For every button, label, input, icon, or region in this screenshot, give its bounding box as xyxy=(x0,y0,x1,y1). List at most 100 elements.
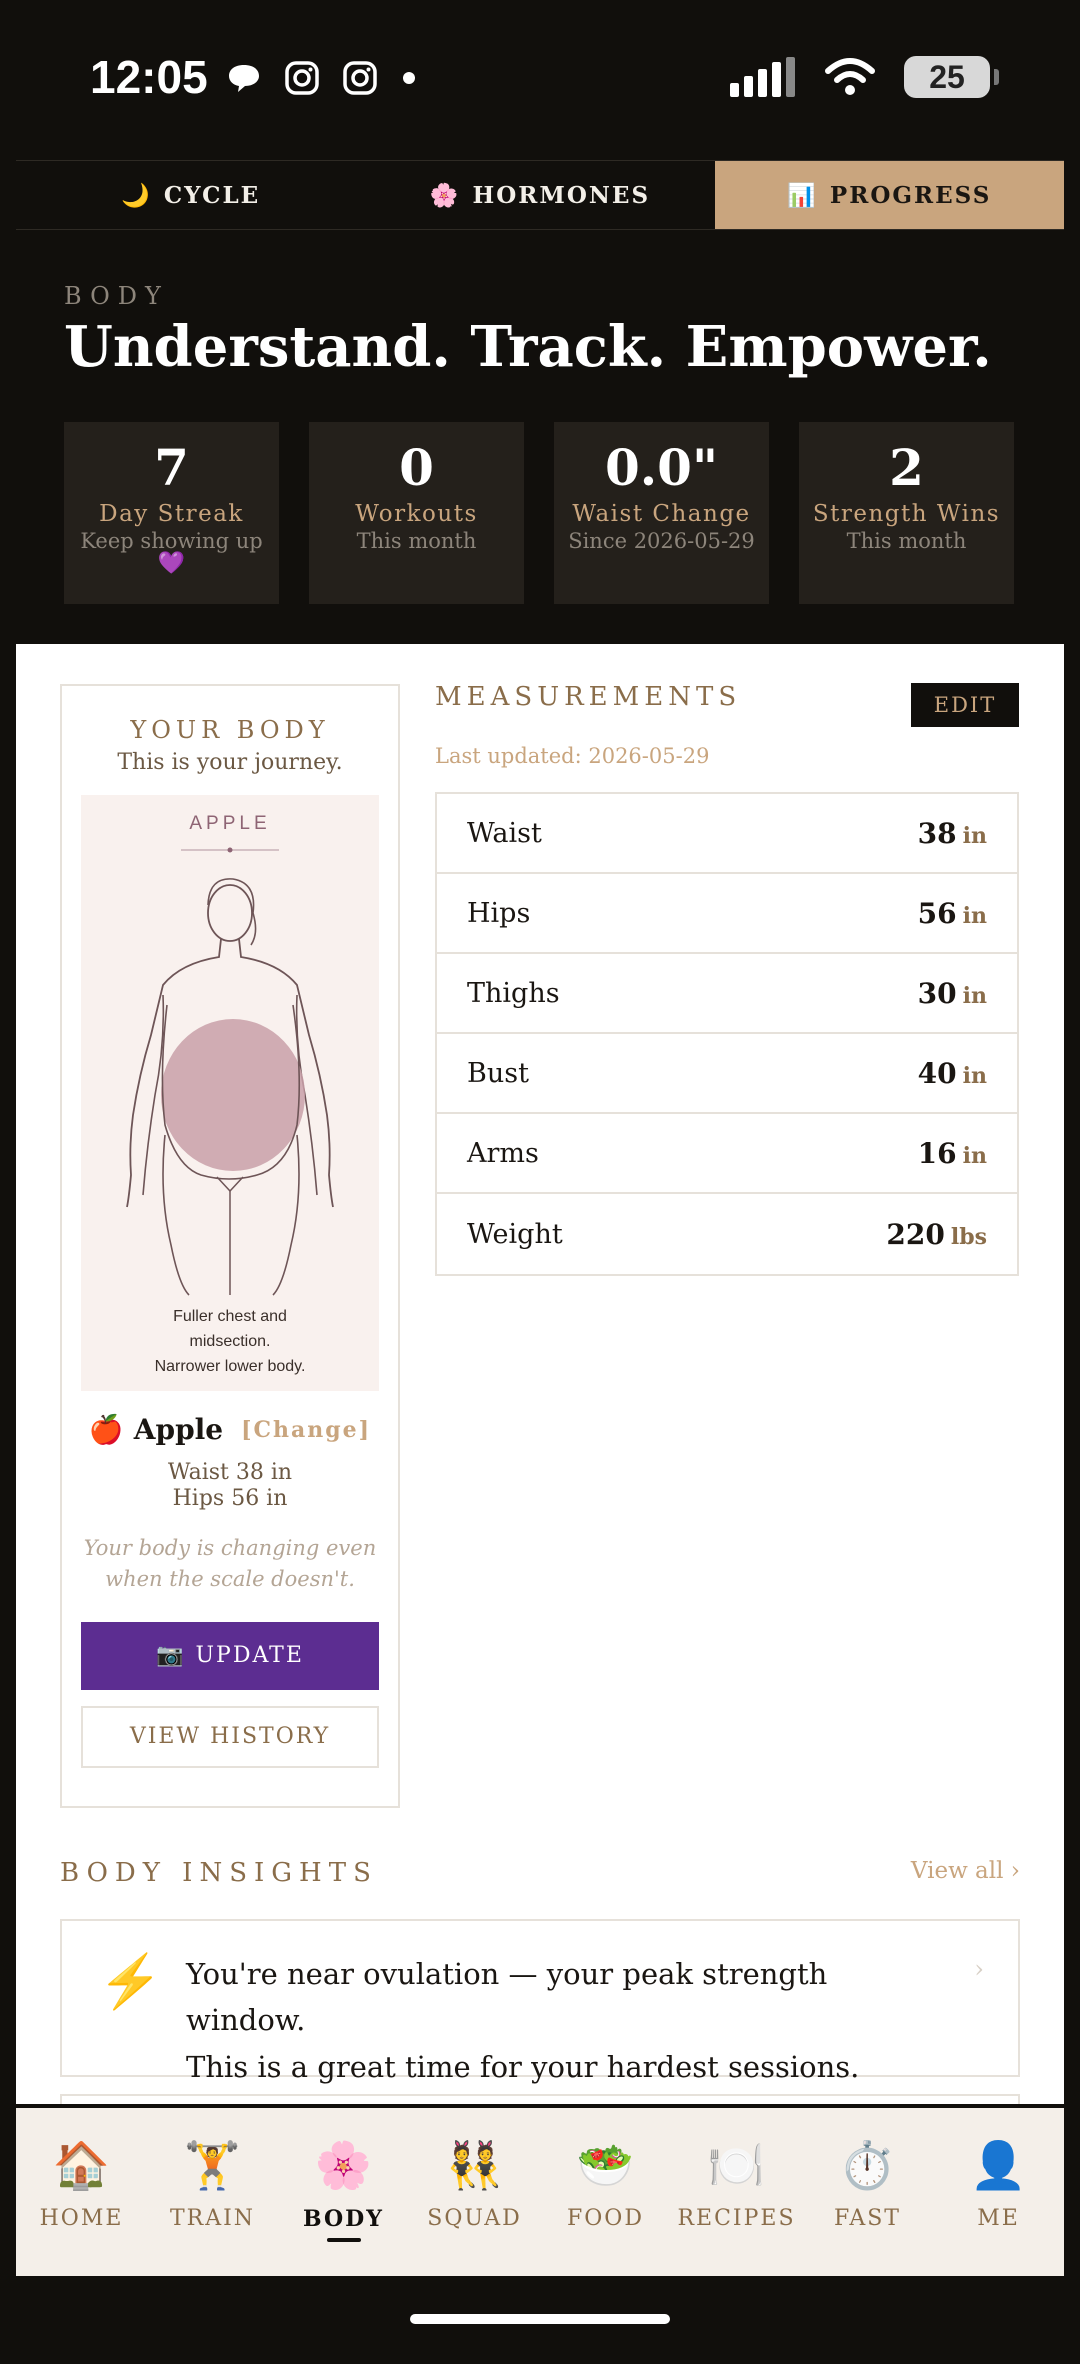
page-title: Understand. Track. Empower. xyxy=(64,314,992,380)
salad-icon: 🥗 xyxy=(576,2138,635,2192)
status-notifications xyxy=(226,60,418,96)
view-all-insights-link[interactable]: View all › xyxy=(911,1858,1020,1884)
nav-squad[interactable]: 👯 SQUAD xyxy=(409,2108,540,2276)
nav-label: TRAIN xyxy=(169,2206,256,2231)
wifi-icon xyxy=(825,58,875,95)
waist-summary: Waist 38 in xyxy=(167,1460,293,1485)
chevron-right-icon: › xyxy=(974,1955,984,1983)
measurement-unit: in xyxy=(962,902,987,929)
body-silhouette-icon xyxy=(126,847,334,1296)
home-indicator[interactable] xyxy=(410,2314,670,2324)
measurement-value: 56 xyxy=(917,896,957,930)
insight-line: This is a great time for your hardest se… xyxy=(186,2049,860,2084)
status-bar: 12:05 25 xyxy=(0,0,1080,160)
update-button[interactable]: 📷 UPDATE xyxy=(81,1621,379,1690)
stat-subtext: Since 2026-05-29 xyxy=(568,529,755,553)
dancers-icon: 👯 xyxy=(445,2138,504,2192)
insight-card-next[interactable] xyxy=(60,2094,1020,2104)
tab-label: CYCLE xyxy=(163,181,261,209)
tab-progress[interactable]: 📊 PROGRESS xyxy=(714,161,1064,229)
nav-body[interactable]: 🌸 BODY xyxy=(278,2108,409,2276)
last-updated-text: Last updated: 2026-05-29 xyxy=(435,744,710,768)
signal-icon xyxy=(730,57,795,97)
caption-line: Fuller chest and xyxy=(173,1308,287,1325)
caption-line: Narrower lower body. xyxy=(154,1357,306,1375)
main-content[interactable]: YOUR BODY This is your journey. APPLE Fu… xyxy=(16,644,1064,2104)
nav-label: SQUAD xyxy=(427,2206,522,2231)
dot-icon xyxy=(403,72,415,84)
body-shape-row: 🍎 Apple [Change] xyxy=(62,1413,398,1446)
measurement-row-arms[interactable]: Arms 16 in xyxy=(437,1114,1017,1194)
measurement-value: 16 xyxy=(917,1136,957,1170)
stat-label: Workouts xyxy=(355,501,478,527)
top-tab-bar: 🌙 CYCLE 🌸 HORMONES 📊 PROGRESS xyxy=(16,160,1064,230)
insight-card[interactable]: ⚡ You're near ovulation — your peak stre… xyxy=(60,1919,1020,2084)
change-shape-link[interactable]: [Change] xyxy=(241,1417,371,1443)
nav-train[interactable]: 🏋️ TRAIN xyxy=(147,2108,278,2276)
your-body-card: YOUR BODY This is your journey. APPLE Fu… xyxy=(60,684,400,1808)
message-bubble-icon xyxy=(229,65,259,92)
measurement-name: Waist xyxy=(467,817,542,849)
battery-icon: 25 xyxy=(904,56,999,98)
nav-label: HOME xyxy=(39,2206,124,2231)
measurement-value: 220 xyxy=(886,1217,945,1251)
view-history-button[interactable]: VIEW HISTORY xyxy=(81,1705,379,1768)
stat-label: Waist Change xyxy=(572,501,751,527)
weightlifter-icon: 🏋️ xyxy=(183,2138,242,2192)
nav-label: FOOD xyxy=(567,2206,644,2231)
measurement-row-weight[interactable]: Weight 220 lbs xyxy=(437,1194,1017,1274)
measurement-name: Arms xyxy=(467,1137,539,1169)
encouragement-quote: Your body is changing even when the scal… xyxy=(62,1533,398,1596)
measurement-row-hips[interactable]: Hips 56 in xyxy=(437,874,1017,954)
nav-fast[interactable]: ⏱️ FAST xyxy=(802,2108,933,2276)
measurement-unit: in xyxy=(962,1142,987,1169)
measurement-unit: in xyxy=(962,1062,987,1089)
nav-food[interactable]: 🥗 FOOD xyxy=(540,2108,671,2276)
stat-value: 7 xyxy=(154,438,189,497)
stat-label: Day Streak xyxy=(99,501,244,527)
tab-cycle[interactable]: 🌙 CYCLE xyxy=(16,161,365,229)
blossom-icon: 🌸 xyxy=(314,2138,373,2192)
tab-label: HORMONES xyxy=(472,181,651,209)
nav-label: RECIPES xyxy=(677,2206,796,2231)
body-shape-label: APPLE xyxy=(189,813,271,834)
tab-hormones[interactable]: 🌸 HORMONES xyxy=(365,161,714,229)
nav-label: FAST xyxy=(834,2206,901,2231)
stats-row: 7 Day Streak Keep showing up 💜 0 Workout… xyxy=(64,422,1016,604)
instagram-icon xyxy=(343,61,377,95)
measurement-row-thighs[interactable]: Thighs 30 in xyxy=(437,954,1017,1034)
nav-recipes[interactable]: 🍽️ RECIPES xyxy=(671,2108,802,2276)
measurement-name: Bust xyxy=(467,1057,529,1089)
measurement-name: Hips xyxy=(467,897,531,929)
apple-icon: 🍎 xyxy=(88,1413,124,1446)
hips-summary: Hips 56 in xyxy=(172,1486,288,1512)
tab-label: PROGRESS xyxy=(829,181,992,209)
measurement-name: Thighs xyxy=(467,977,560,1009)
stat-card-waist-change: 0.0" Waist Change Since 2026-05-29 xyxy=(554,422,769,604)
measurement-row-bust[interactable]: Bust 40 in xyxy=(437,1034,1017,1114)
stat-label: Strength Wins xyxy=(812,501,1001,527)
nav-label: BODY xyxy=(303,2206,384,2232)
blossom-icon: 🌸 xyxy=(429,181,461,209)
nav-label: ME xyxy=(977,2206,1020,2231)
measurement-value: 30 xyxy=(917,976,957,1010)
edit-button[interactable]: EDIT xyxy=(911,683,1019,727)
measurement-value: 38 xyxy=(917,816,957,850)
stat-card-streak: 7 Day Streak Keep showing up 💜 xyxy=(64,422,279,604)
user-icon: 👤 xyxy=(969,2138,1028,2192)
nav-me[interactable]: 👤 ME xyxy=(933,2108,1064,2276)
quote-line: Your body is changing even xyxy=(83,1535,377,1560)
stat-card-workouts: 0 Workouts This month xyxy=(309,422,524,604)
measurement-unit: lbs xyxy=(950,1223,987,1250)
measurement-row-waist[interactable]: Waist 38 in xyxy=(437,794,1017,874)
body-insights-title: BODY INSIGHTS xyxy=(60,1858,378,1888)
instagram-icon xyxy=(285,61,319,95)
quote-line: when the scale doesn't. xyxy=(105,1567,355,1592)
body-shape-caption: Fuller chest and midsection. Narrower lo… xyxy=(81,1305,379,1379)
lightning-icon: ⚡ xyxy=(98,1952,163,2012)
nav-home[interactable]: 🏠 HOME xyxy=(16,2108,147,2276)
measurement-unit: in xyxy=(962,822,987,849)
stat-subtext: Keep showing up xyxy=(80,529,263,553)
moon-icon: 🌙 xyxy=(121,181,152,209)
stat-subtext: This month xyxy=(846,529,967,553)
